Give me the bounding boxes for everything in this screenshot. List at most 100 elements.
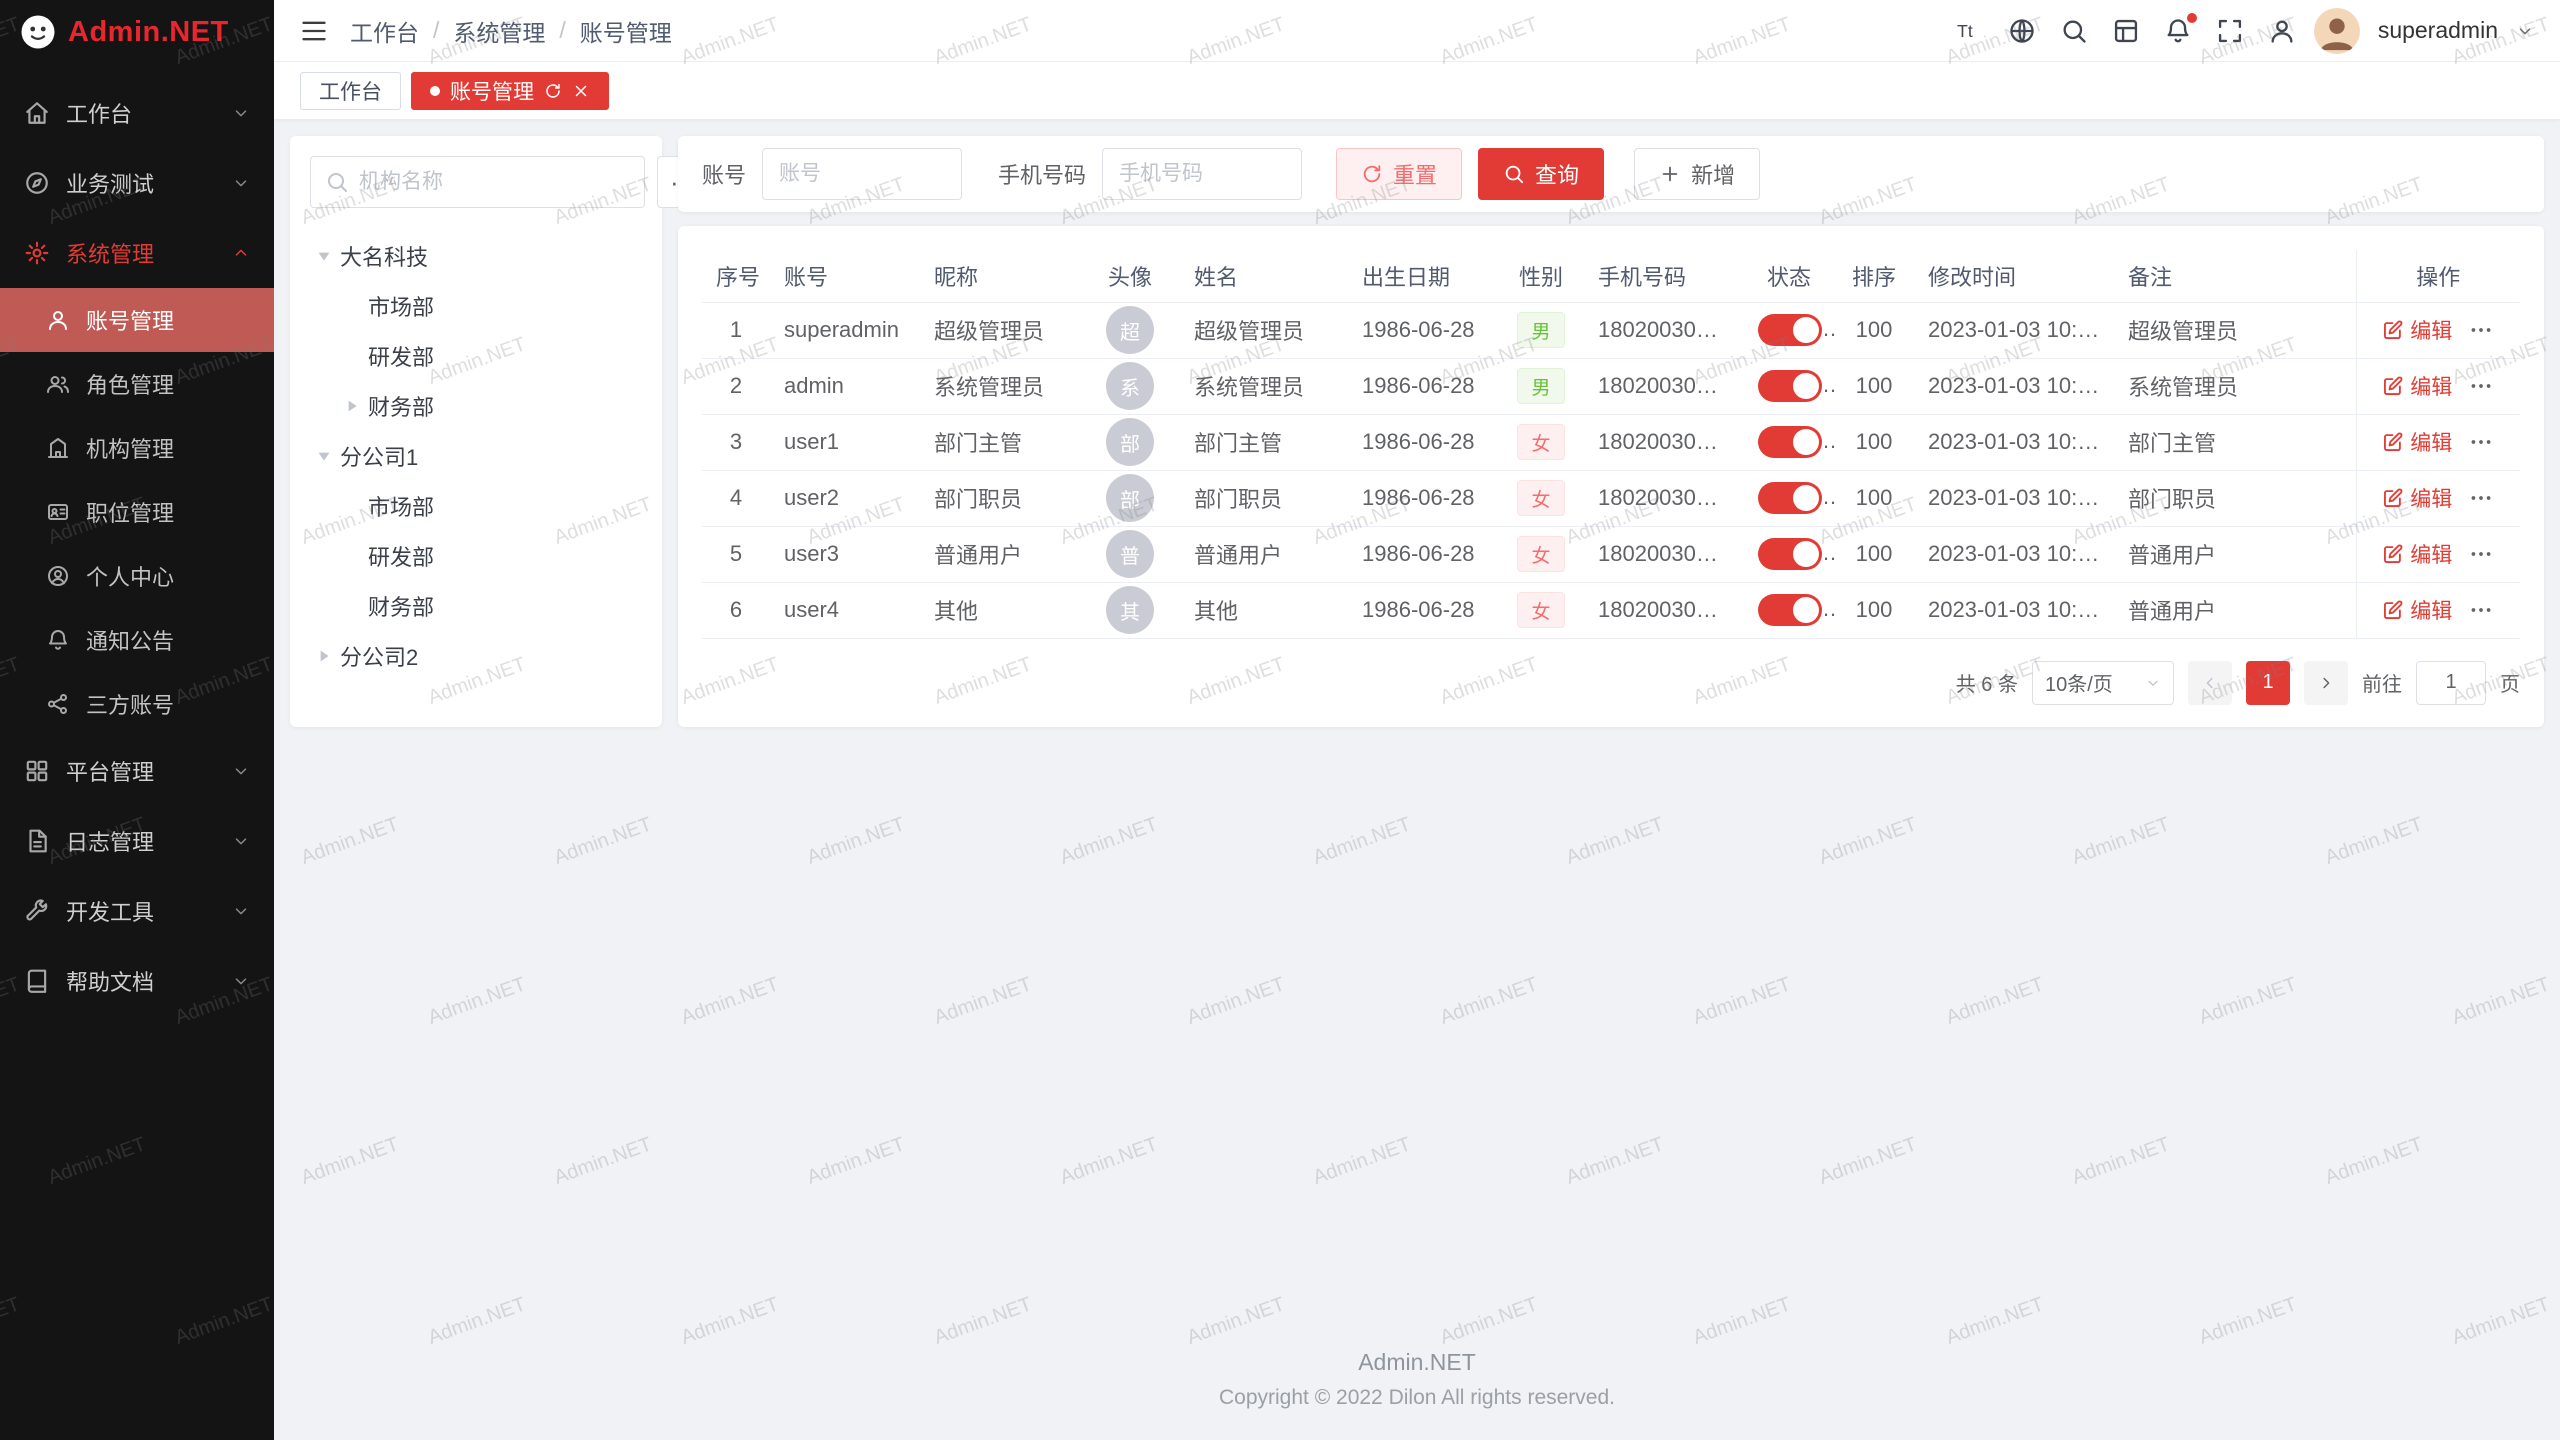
- edit-button[interactable]: 编辑: [2382, 483, 2452, 513]
- gender-tag: 女: [1517, 592, 1564, 628]
- row-more-button[interactable]: [2468, 429, 2494, 455]
- tree-node[interactable]: 研发部: [310, 534, 642, 578]
- cell-avatar: 部: [1080, 470, 1180, 526]
- tab-refresh-icon[interactable]: [544, 82, 562, 100]
- tree-node[interactable]: 大名科技: [310, 234, 642, 278]
- edit-button[interactable]: 编辑: [2382, 315, 2452, 345]
- sidebar-item-0[interactable]: 工作台: [0, 78, 274, 148]
- tree-node[interactable]: 市场部: [310, 284, 642, 328]
- hamburger-menu-icon[interactable]: [300, 17, 328, 45]
- gender-tag: 女: [1517, 424, 1564, 460]
- sidebar-subitem[interactable]: 账号管理: [0, 288, 274, 352]
- page-number-button[interactable]: 1: [2246, 661, 2290, 705]
- user-icon[interactable]: [2268, 17, 2296, 45]
- breadcrumb-item-system[interactable]: 系统管理: [453, 14, 545, 48]
- sidebar-subitem[interactable]: 职位管理: [0, 480, 274, 544]
- sidebar-subitem[interactable]: 机构管理: [0, 416, 274, 480]
- sidebar-item-5[interactable]: 开发工具: [0, 876, 274, 946]
- account-filter-input[interactable]: [762, 148, 962, 200]
- status-toggle[interactable]: [1758, 538, 1822, 570]
- tree-node[interactable]: 分公司2: [310, 634, 642, 678]
- cell-avatar: 普: [1080, 526, 1180, 582]
- tree-node[interactable]: 分公司1: [310, 434, 642, 478]
- next-page-button[interactable]: [2304, 661, 2348, 705]
- tab-workbench[interactable]: 工作台: [300, 72, 401, 110]
- page-size-select[interactable]: 10条/页: [2032, 661, 2174, 705]
- status-toggle[interactable]: [1758, 370, 1822, 402]
- add-button[interactable]: 新增: [1634, 148, 1760, 200]
- phone-filter-input[interactable]: [1102, 148, 1302, 200]
- pagination-total: 共 6 条: [1956, 668, 2018, 697]
- sidebar-item-2[interactable]: 系统管理: [0, 218, 274, 288]
- row-avatar: 系: [1106, 362, 1154, 410]
- username[interactable]: superadmin: [2378, 17, 2498, 44]
- breadcrumb-item-workbench[interactable]: 工作台: [350, 14, 419, 48]
- reset-button[interactable]: 重置: [1336, 148, 1462, 200]
- sidebar-item-1[interactable]: 业务测试: [0, 148, 274, 218]
- edit-button[interactable]: 编辑: [2382, 371, 2452, 401]
- row-more-button[interactable]: [2468, 485, 2494, 511]
- caret-icon[interactable]: [314, 446, 334, 466]
- tree-node[interactable]: 研发部: [310, 334, 642, 378]
- tab-close-icon[interactable]: [572, 82, 590, 100]
- sidebar-item-4[interactable]: 日志管理: [0, 806, 274, 876]
- tree-node-label: 财务部: [368, 590, 434, 622]
- status-toggle[interactable]: [1758, 426, 1822, 458]
- row-more-button[interactable]: [2468, 317, 2494, 343]
- prev-page-button[interactable]: [2188, 661, 2232, 705]
- search-button[interactable]: 查询: [1478, 148, 1604, 200]
- cell-modified: 2023-01-03 10:59:44: [1914, 470, 2114, 526]
- tree-node[interactable]: 市场部: [310, 484, 642, 528]
- tree-node[interactable]: 财务部: [310, 384, 642, 428]
- cell-account: user1: [770, 414, 920, 470]
- cell-index: 1: [702, 302, 770, 358]
- sidebar-subitem[interactable]: 角色管理: [0, 352, 274, 416]
- row-more-button[interactable]: [2468, 541, 2494, 567]
- cell-remark: 普通用户: [2114, 526, 2356, 582]
- cell-name: 系统管理员: [1180, 358, 1348, 414]
- goto-label: 前往: [2362, 668, 2402, 697]
- edit-button[interactable]: 编辑: [2382, 595, 2452, 625]
- edit-label: 编辑: [2410, 315, 2452, 345]
- layout-icon[interactable]: [2112, 17, 2140, 45]
- globe-icon[interactable]: [2008, 17, 2036, 45]
- user-avatar[interactable]: [2314, 8, 2360, 54]
- font-size-icon[interactable]: Tt: [1956, 17, 1984, 45]
- phone-filter-label: 手机号码: [998, 158, 1086, 190]
- reset-label: 重置: [1393, 158, 1437, 190]
- search-icon[interactable]: [2060, 17, 2088, 45]
- row-more-button[interactable]: [2468, 597, 2494, 623]
- logo[interactable]: Admin.NET: [0, 0, 274, 64]
- page-size-value: 10条/页: [2045, 668, 2113, 697]
- status-toggle[interactable]: [1758, 314, 1822, 346]
- status-toggle[interactable]: [1758, 594, 1822, 626]
- cell-modified: 2023-01-03 10:59:44: [1914, 358, 2114, 414]
- sidebar-subitem[interactable]: 个人中心: [0, 544, 274, 608]
- row-more-button[interactable]: [2468, 373, 2494, 399]
- caret-icon[interactable]: [342, 396, 362, 416]
- caret-icon[interactable]: [314, 646, 334, 666]
- status-toggle[interactable]: [1758, 482, 1822, 514]
- sidebar: Admin.NET 工作台业务测试系统管理账号管理角色管理机构管理职位管理个人中…: [0, 0, 274, 1440]
- cell-sort: 100: [1834, 582, 1914, 638]
- sidebar-item-3[interactable]: 平台管理: [0, 736, 274, 806]
- sidebar-subitem-label: 账号管理: [86, 304, 174, 336]
- org-search-input[interactable]: [359, 170, 630, 194]
- chevron-down-icon[interactable]: [2516, 22, 2534, 40]
- fullscreen-icon[interactable]: [2216, 17, 2244, 45]
- main-area: 工作台 / 系统管理 / 账号管理 Tt superadmin 工作台 账号管理: [274, 0, 2560, 1440]
- cell-sort: 100: [1834, 526, 1914, 582]
- cell-index: 3: [702, 414, 770, 470]
- column-header-sort: 排序: [1834, 250, 1914, 302]
- sidebar-subitem[interactable]: 三方账号: [0, 672, 274, 736]
- bell-icon[interactable]: [2164, 17, 2192, 45]
- edit-button[interactable]: 编辑: [2382, 539, 2452, 569]
- sidebar-item-6[interactable]: 帮助文档: [0, 946, 274, 1016]
- tab-account-management[interactable]: 账号管理: [411, 72, 609, 110]
- goto-page-input[interactable]: [2416, 661, 2486, 705]
- cell-gender: 女: [1498, 526, 1584, 582]
- edit-button[interactable]: 编辑: [2382, 427, 2452, 457]
- tree-node[interactable]: 财务部: [310, 584, 642, 628]
- sidebar-subitem[interactable]: 通知公告: [0, 608, 274, 672]
- caret-icon[interactable]: [314, 246, 334, 266]
